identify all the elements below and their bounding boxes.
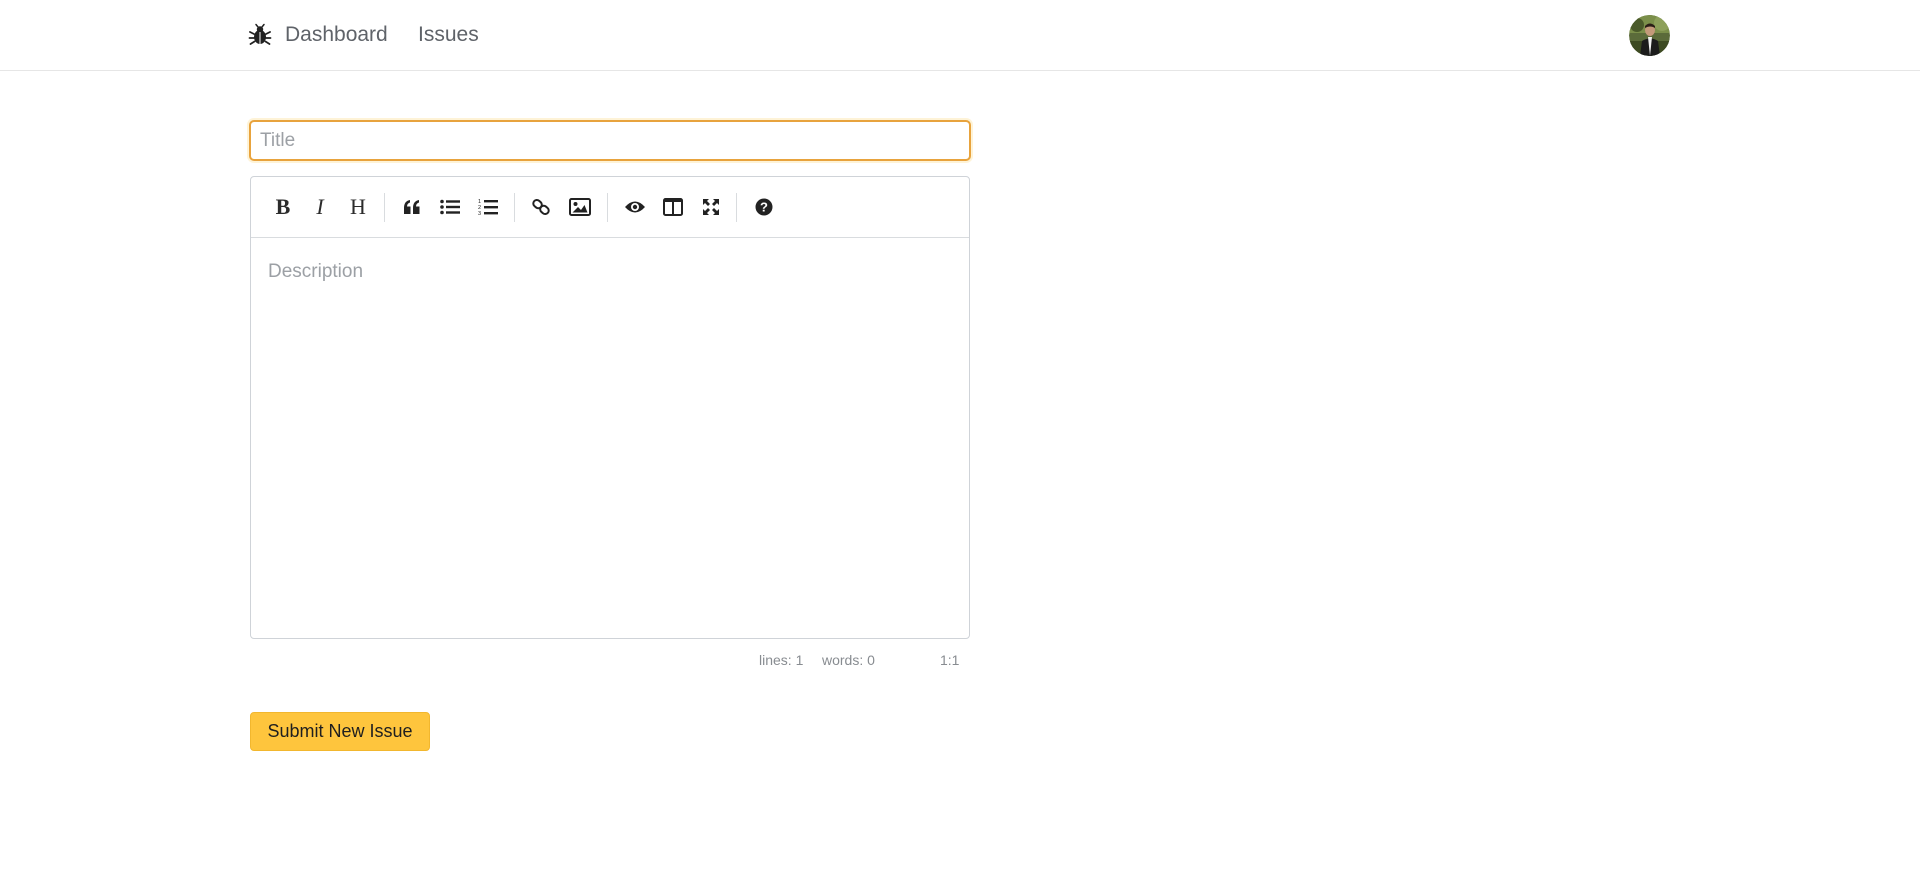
markdown-guide-button[interactable]: ?	[748, 191, 780, 223]
fullscreen-button[interactable]	[695, 191, 727, 223]
quote-icon	[404, 200, 420, 214]
nav-link-issues[interactable]: Issues	[418, 22, 479, 48]
toolbar-separator	[607, 193, 608, 222]
fullscreen-icon	[703, 199, 719, 215]
status-words: words: 0	[822, 652, 875, 668]
ordered-list-button[interactable]: 1 2 3	[472, 191, 504, 223]
link-icon	[532, 198, 550, 216]
description-textarea[interactable]: Description	[268, 261, 363, 283]
bold-button[interactable]: B	[267, 191, 299, 223]
toolbar-separator	[514, 193, 515, 222]
list-ol-icon: 1 2 3	[478, 199, 498, 216]
image-icon	[569, 198, 591, 216]
image-button[interactable]	[564, 191, 596, 223]
heading-button[interactable]: H	[342, 191, 374, 223]
side-by-side-button[interactable]	[657, 191, 689, 223]
help-icon: ?	[755, 198, 773, 216]
bold-icon: B	[275, 194, 291, 219]
title-input[interactable]	[249, 120, 971, 161]
italic-icon: I	[316, 194, 324, 219]
unordered-list-button[interactable]	[434, 191, 466, 223]
toolbar-separator	[384, 193, 385, 222]
eye-icon	[625, 201, 645, 213]
markdown-editor: B I H 1 2 3 ? Description	[250, 176, 970, 639]
top-navbar: Dashboard Issues	[0, 0, 1920, 71]
preview-button[interactable]	[619, 191, 651, 223]
nav-link-dashboard[interactable]: Dashboard	[285, 22, 388, 48]
description-placeholder: Description	[268, 261, 364, 282]
italic-button[interactable]: I	[304, 191, 336, 223]
status-lines: lines: 1	[759, 652, 804, 668]
link-button[interactable]	[525, 191, 557, 223]
list-ul-icon	[440, 199, 460, 215]
toolbar-separator	[736, 193, 737, 222]
svg-text:3: 3	[478, 211, 481, 216]
heading-icon: H	[350, 194, 366, 219]
bug-icon[interactable]	[248, 23, 272, 47]
user-avatar[interactable]	[1629, 15, 1670, 56]
editor-toolbar: B I H 1 2 3 ?	[251, 177, 969, 238]
svg-text:?: ?	[760, 200, 768, 215]
columns-icon	[663, 198, 683, 216]
quote-button[interactable]	[396, 191, 428, 223]
status-cursor: 1:1	[940, 652, 960, 668]
submit-new-issue-button[interactable]: Submit New Issue	[250, 712, 430, 751]
